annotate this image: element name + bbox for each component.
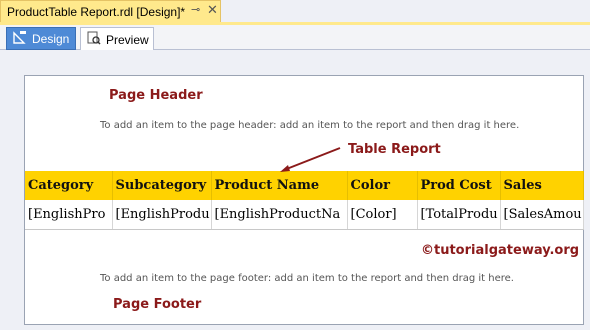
table-cell[interactable]: [EnglishProductNa <box>211 200 348 230</box>
column-header[interactable]: Color <box>347 171 418 200</box>
tab-preview[interactable]: Preview <box>80 27 154 51</box>
column-header[interactable]: Subcategory <box>112 171 212 200</box>
view-tab-bar: Design Preview <box>0 25 590 51</box>
table-report-annotation: Table Report <box>348 142 441 157</box>
tab-preview-label: Preview <box>106 32 149 47</box>
page-header-annotation: Page Header <box>109 88 203 103</box>
document-tab-title: ProductTable Report.rdl [Design]* <box>7 4 186 19</box>
column-header[interactable]: Category <box>25 171 113 200</box>
table-cell[interactable]: [Color] <box>347 200 418 230</box>
page-footer-annotation: Page Footer <box>113 297 202 312</box>
table-cell[interactable]: [SalesAmou <box>500 200 584 230</box>
report-body: Page Header To add an item to the page h… <box>24 75 584 325</box>
column-header[interactable]: Prod Cost <box>417 171 501 200</box>
table-row: [EnglishPro [EnglishProdu [EnglishProduc… <box>25 200 584 230</box>
report-table[interactable]: Category Subcategory Product Name Color … <box>25 171 584 230</box>
table-cell[interactable]: [TotalProdu <box>417 200 501 230</box>
pin-icon[interactable]: ⊸ <box>191 3 200 16</box>
page-footer-hint: To add an item to the page footer: add a… <box>100 273 514 284</box>
column-header[interactable]: Sales <box>500 171 584 200</box>
page-footer-section[interactable]: ©tutorialgateway.org To add an item to t… <box>25 231 583 324</box>
preview-icon <box>87 31 101 48</box>
page-header-hint: To add an item to the page header: add a… <box>100 120 520 131</box>
annotation-arrow <box>280 147 341 172</box>
table-cell[interactable]: [EnglishProdu <box>112 200 212 230</box>
tab-design-label: Design <box>32 31 70 46</box>
tab-design[interactable]: Design <box>6 27 76 50</box>
watermark: ©tutorialgateway.org <box>421 243 580 258</box>
design-icon <box>13 30 27 47</box>
close-icon[interactable]: ✕ <box>207 2 218 18</box>
document-tab[interactable]: ProductTable Report.rdl [Design]* ⊸ ✕ <box>0 0 221 22</box>
table-cell[interactable]: [EnglishPro <box>25 200 113 230</box>
